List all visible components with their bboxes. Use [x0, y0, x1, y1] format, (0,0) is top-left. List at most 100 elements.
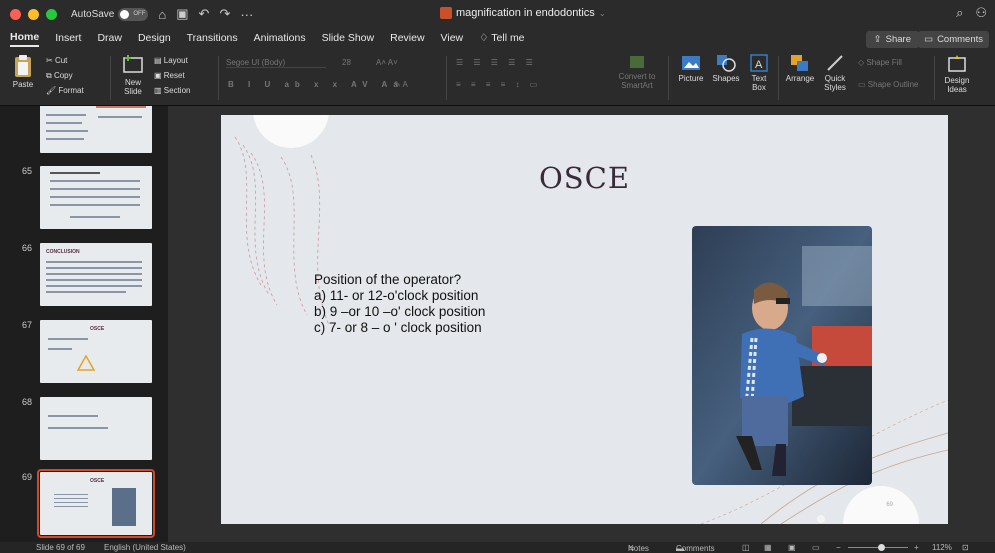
tab-view[interactable]: View — [441, 32, 464, 46]
current-slide[interactable]: OSCE Position of the operator? a) 11- or… — [221, 115, 948, 524]
section-label: Section — [163, 86, 191, 95]
tell-me-label: Tell me — [491, 32, 525, 44]
share-icon: ⇪ — [873, 34, 882, 45]
slide-title[interactable]: OSCE — [539, 161, 630, 195]
smartart-icon — [630, 56, 644, 68]
autosave-state: OFF — [133, 11, 146, 17]
minimize-window-button[interactable] — [28, 8, 39, 20]
highlight-color-icon[interactable]: ✎ A — [394, 80, 408, 89]
convert-to-smartart-button[interactable]: Convert to SmartArt — [614, 54, 660, 90]
comments-button[interactable]: ▭ Comments — [918, 31, 989, 48]
tell-me-search[interactable]: ♢ Tell me — [479, 32, 524, 46]
save-icon[interactable]: ▣ — [176, 6, 188, 22]
slideshow-icon[interactable]: ▭ — [812, 543, 820, 552]
tab-slide-show[interactable]: Slide Show — [322, 32, 375, 46]
arrange-icon — [791, 55, 808, 71]
undo-icon[interactable]: ↶ — [199, 6, 210, 22]
shape-fill-button[interactable]: ◇ Shape Fill — [858, 58, 902, 67]
thumbnail-number: 66 — [22, 243, 33, 253]
document-title-text: magnification in endodontics — [456, 7, 595, 19]
comment-icon: ▭ — [924, 34, 934, 45]
design-ideas-icon — [948, 55, 966, 72]
quick-styles-label: Quick Styles — [824, 74, 846, 92]
slide-thumbnail-pane[interactable]: 65 66 CONCLUSION 67 OSCE 68 69 OSCE — [0, 106, 168, 542]
arrange-label: Arrange — [785, 74, 815, 83]
tab-draw[interactable]: Draw — [97, 32, 122, 46]
picture-button[interactable]: Picture — [676, 54, 706, 83]
redo-icon[interactable]: ↷ — [219, 6, 230, 22]
tab-animations[interactable]: Animations — [254, 32, 306, 46]
alignment-buttons[interactable]: ≡ ≡ ≡ ≡ ↕ ▭ — [456, 80, 541, 89]
paste-button[interactable]: Paste — [6, 54, 40, 89]
divider — [110, 56, 111, 100]
font-format-buttons[interactable]: B I U ab x x AV Aa — [228, 80, 404, 89]
quick-styles-button[interactable]: Quick Styles — [820, 54, 850, 92]
reset-button[interactable]: ▣ Reset — [154, 71, 185, 80]
text-box-icon: A — [750, 54, 768, 72]
layout-label: Layout — [163, 56, 188, 65]
document-title: magnification in endodontics ⌄ — [440, 7, 606, 19]
zoom-out-button[interactable]: − — [836, 543, 841, 552]
more-icon[interactable]: ··· — [240, 7, 253, 22]
copy-label: Copy — [53, 71, 73, 80]
normal-view-icon[interactable]: ◫ — [742, 543, 750, 552]
tab-insert[interactable]: Insert — [55, 32, 81, 46]
dentist-photo[interactable] — [692, 226, 872, 485]
layout-button[interactable]: ▤ Layout — [154, 56, 188, 65]
font-size-select[interactable]: 28 — [342, 58, 364, 67]
account-icon[interactable]: ⚇ — [975, 5, 987, 21]
search-icon[interactable]: ⌕ — [956, 5, 963, 21]
paragraph-buttons[interactable]: ☰ ☰ ☰ ☰ ☰ — [456, 58, 537, 67]
option-c: c) 7- or 8 – o ' clock position — [314, 320, 482, 335]
text-box-button[interactable]: A Text Box — [746, 54, 772, 92]
autosave-toggle[interactable]: OFF — [118, 7, 149, 21]
share-button[interactable]: ⇪ Share — [865, 31, 919, 48]
zoom-window-button[interactable] — [46, 8, 57, 20]
clipboard-icon — [15, 55, 31, 77]
titlebar-right-icons: ⌕ ⚇ — [956, 5, 987, 21]
design-ideas-button[interactable]: Design Ideas — [940, 54, 974, 94]
zoom-in-button[interactable]: + — [914, 543, 919, 552]
divider — [934, 56, 935, 100]
new-slide-button[interactable]: New Slide — [116, 54, 150, 96]
copy-button[interactable]: ⧉ Copy — [46, 71, 73, 81]
zoom-level[interactable]: 112% — [932, 543, 952, 552]
arrange-button[interactable]: Arrange — [784, 54, 816, 83]
question-text-box[interactable]: Position of the operator? a) 11- or 12-o… — [314, 272, 485, 336]
tab-home[interactable]: Home — [10, 31, 40, 47]
status-bar: Slide 69 of 69 English (United States) ≐… — [0, 542, 995, 553]
fit-to-window-icon[interactable]: ⊡ — [962, 543, 969, 552]
reading-view-icon[interactable]: ▣ — [788, 543, 796, 552]
paste-label: Paste — [12, 80, 34, 89]
tab-review[interactable]: Review — [390, 32, 424, 46]
svg-text:A: A — [755, 59, 763, 71]
chevron-down-icon[interactable]: ⌄ — [599, 9, 606, 18]
outline-icon: ▭ — [858, 80, 868, 89]
copy-icon: ⧉ — [46, 71, 54, 80]
option-b: b) 9 –or 10 –o' clock position — [314, 304, 486, 319]
window-controls — [10, 8, 57, 20]
divider — [778, 56, 779, 100]
cut-button[interactable]: ✂ Cut — [46, 56, 67, 65]
tab-transitions[interactable]: Transitions — [187, 32, 238, 46]
close-window-button[interactable] — [10, 8, 21, 20]
autosave-control[interactable]: AutoSave OFF — [71, 7, 149, 21]
zoom-slider-thumb[interactable] — [878, 544, 885, 551]
font-name-select[interactable]: Segoe UI (Body) — [226, 58, 326, 68]
language-indicator[interactable]: English (United States) — [104, 543, 186, 552]
divider — [218, 56, 219, 100]
shape-outline-button[interactable]: ▭ Shape Outline — [858, 80, 918, 89]
thumbnail-image — [40, 397, 152, 460]
share-label: Share — [885, 34, 911, 45]
thumbnail-image — [40, 166, 152, 229]
section-button[interactable]: ▥ Section — [154, 86, 190, 95]
format-painter-button[interactable]: 🖌 Format — [46, 86, 84, 95]
slide-sorter-icon[interactable]: ▦ — [764, 543, 772, 552]
home-icon[interactable]: ⌂ — [158, 7, 166, 22]
shapes-button[interactable]: Shapes — [710, 54, 742, 83]
font-size-grow-shrink[interactable]: A˄ A˅ — [376, 58, 398, 67]
shapes-icon — [717, 55, 736, 72]
cut-label: Cut — [54, 56, 68, 65]
lightbulb-icon: ♢ — [479, 32, 492, 44]
tab-design[interactable]: Design — [138, 32, 171, 46]
